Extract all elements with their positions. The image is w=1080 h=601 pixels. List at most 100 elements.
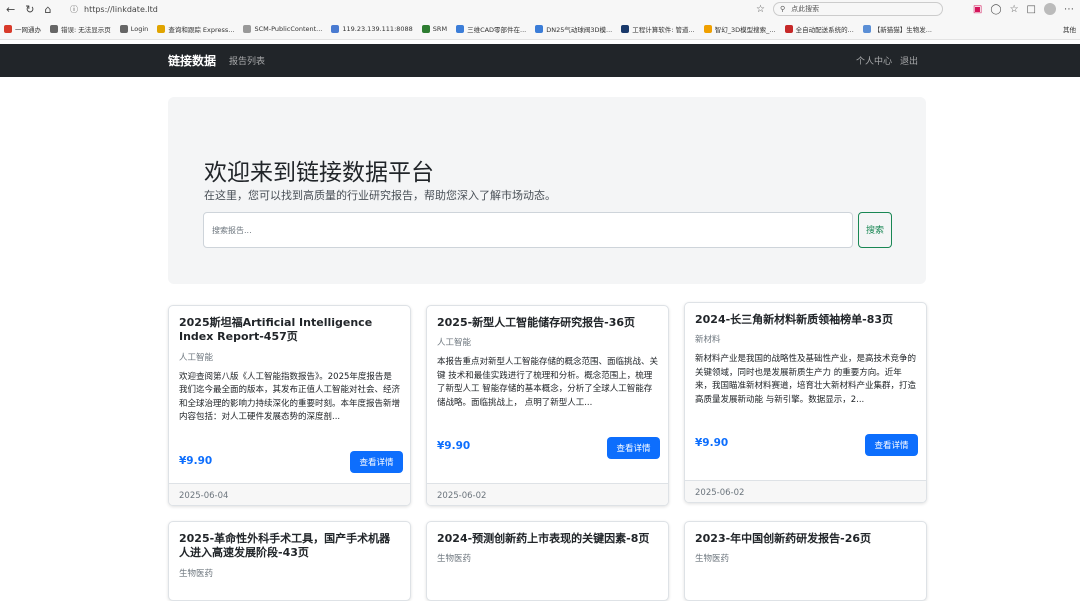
- favorites-icon[interactable]: ☆: [1010, 4, 1019, 15]
- bookmark-item[interactable]: DN25气动球阀3D模...: [535, 24, 612, 34]
- more-icon[interactable]: ⋯: [1064, 4, 1074, 15]
- bookmark-label: DN25气动球阀3D模...: [546, 25, 613, 34]
- app-navbar: 链接数据 报告列表 个人中心 退出: [0, 44, 1080, 77]
- bookmark-item[interactable]: 工程计算软件: 管道...: [621, 24, 695, 34]
- card-footer: 2025-06-02: [685, 480, 926, 502]
- card-category: 生物医药: [437, 554, 472, 565]
- bookmark-favicon-icon: [456, 24, 465, 33]
- nav-logout[interactable]: 退出: [900, 54, 918, 67]
- browser-search-box[interactable]: ⚲ 点此搜索: [772, 2, 943, 16]
- bookmark-label: 119.23.139.111:8088: [342, 24, 413, 33]
- bookmark-item[interactable]: 智幻_3D模型搜索_...: [703, 24, 776, 34]
- browser-nav: ← ↻ ⌂: [6, 3, 66, 16]
- card-category: 生物医药: [695, 554, 730, 565]
- page-title: 欢迎来到链接数据平台: [204, 160, 434, 186]
- view-details-button[interactable]: 查看详情: [865, 434, 918, 456]
- report-card: 2024-预测创新药上市表现的关键因素-8页 生物医药: [426, 521, 669, 601]
- bookmark-item[interactable]: 119.23.139.111:8088: [331, 24, 413, 33]
- card-price: ¥9.90: [179, 455, 213, 467]
- bookmark-item[interactable]: 错误: 无法显示页: [50, 24, 111, 34]
- bookmark-favicon-icon: [421, 24, 430, 33]
- bookmark-favicon-icon: [703, 24, 712, 33]
- bookmark-favicon-icon: [243, 24, 252, 33]
- card-title[interactable]: 2024-长三角新材料新质领袖榜单-83页: [695, 313, 916, 327]
- card-category: 人工智能: [179, 352, 214, 363]
- card-category: 新材料: [695, 335, 721, 346]
- card-date: 2025-06-02: [695, 487, 745, 498]
- other-bookmarks[interactable]: 其他: [1063, 24, 1076, 34]
- refresh-icon[interactable]: ↻: [25, 3, 34, 16]
- nav-right: 个人中心 退出: [856, 54, 918, 67]
- page-subtitle: 在这里，您可以找到高质量的行业研究报告，帮助您深入了解市场动态。: [204, 189, 556, 202]
- bookmarks-bar: 一网通办 错误: 无法显示页 Login 查询和跟踪 Express... SCM-Pu…: [0, 18, 1080, 40]
- brand-logo[interactable]: 链接数据: [168, 52, 216, 69]
- browser-extensions: ▣ ◯ ☆ □ ⋯: [973, 3, 1074, 15]
- bookmark-item[interactable]: SCM-PublicContent...: [243, 24, 323, 33]
- bookmark-favicon-icon: [157, 24, 166, 33]
- search-icon: ⚲: [779, 5, 786, 13]
- card-title[interactable]: 2024-预测创新药上市表现的关键因素-8页: [437, 532, 658, 546]
- bookmark-favicon-icon: [784, 24, 793, 33]
- card-date: 2025-06-02: [437, 490, 487, 501]
- card-title[interactable]: 2025-新型人工智能储存研究报告-36页: [437, 316, 658, 330]
- card-footer: 2025-06-04: [169, 483, 410, 505]
- bookmark-favicon-icon: [621, 24, 630, 33]
- bookmark-favicon-icon: [862, 24, 871, 33]
- back-icon[interactable]: ←: [6, 3, 15, 16]
- card-price: ¥9.90: [437, 440, 471, 452]
- search-button[interactable]: 搜索: [858, 212, 892, 248]
- bookmark-item[interactable]: 【新猫猫】生物发...: [862, 24, 932, 34]
- bookmark-label: 三维CAD零部件在...: [467, 25, 527, 34]
- home-icon[interactable]: ⌂: [44, 3, 51, 16]
- view-details-button[interactable]: 查看详情: [350, 451, 403, 473]
- nav-report-list[interactable]: 报告列表: [229, 54, 265, 67]
- bookmark-item[interactable]: SRM: [421, 24, 448, 33]
- bookmark-favicon-icon: [331, 24, 340, 33]
- bookmark-label: 错误: 无法显示页: [61, 25, 111, 34]
- card-category: 生物医药: [179, 568, 214, 579]
- site-info-icon[interactable]: ⓘ: [70, 4, 78, 15]
- card-footer: 2025-06-02: [427, 483, 668, 505]
- extension-icon[interactable]: ▣: [973, 4, 982, 15]
- card-description: 欢迎查阅第八版《人工智能指数报告》。2025年度报告是我们迄今最全面的版本，其发…: [179, 371, 401, 423]
- browser-toolbar: ← ↻ ⌂ ⓘ https://linkdate.ltd ☆ ⚲ 点此搜索 ▣ …: [0, 0, 1080, 18]
- bookmark-item[interactable]: 查询和跟踪 Express...: [157, 24, 234, 34]
- report-card: 2023-年中国创新药研发报告-26页 生物医药: [684, 521, 927, 601]
- report-card: 2024-长三角新材料新质领袖榜单-83页 新材料 新材料产业是我国的战略性及基…: [684, 302, 927, 503]
- nav-personal-center[interactable]: 个人中心: [856, 54, 892, 67]
- bookmark-label: SRM: [432, 24, 448, 33]
- card-title[interactable]: 2023-年中国创新药研发报告-26页: [695, 532, 916, 546]
- card-title[interactable]: 2025斯坦福Artificial Intelligence Index Rep…: [179, 316, 400, 345]
- bookmark-item[interactable]: 全自动配送系统的...: [784, 24, 854, 34]
- bookmark-favicon-icon: [119, 24, 128, 33]
- url-text[interactable]: https://linkdate.ltd: [84, 5, 158, 14]
- bookmark-item[interactable]: 一网通办: [4, 24, 41, 34]
- card-category: 人工智能: [437, 338, 472, 349]
- bookmark-label: Login: [130, 24, 149, 33]
- report-card: 2025斯坦福Artificial Intelligence Index Rep…: [168, 305, 411, 506]
- bookmark-label: 【新猫猫】生物发...: [873, 25, 932, 34]
- account-icon[interactable]: ◯: [990, 4, 1001, 15]
- card-date: 2025-06-04: [179, 490, 229, 501]
- card-title[interactable]: 2025-革命性外科手术工具，国产手术机器人进入高速发展阶段-43页: [179, 532, 400, 561]
- bookmark-favicon-icon: [50, 24, 58, 33]
- address-bar[interactable]: ⓘ https://linkdate.ltd: [66, 2, 756, 16]
- bookmark-item[interactable]: 三维CAD零部件在...: [456, 24, 526, 34]
- bookmark-label: 查询和跟踪 Express...: [168, 25, 235, 34]
- card-description: 本报告重点对新型人工智能存储的概念范围、面临挑战、关键 技术和最佳实践进行了梳理…: [437, 357, 659, 409]
- bookmark-label: 智幻_3D模型搜索_...: [714, 25, 776, 34]
- search-input[interactable]: [203, 212, 853, 248]
- bookmark-label: SCM-PublicContent...: [254, 24, 323, 33]
- card-description: 新材料产业是我国的战略性及基础性产业，是高技术竞争的关键领域，同时也是发展新质生…: [695, 354, 917, 406]
- bookmark-label: 全自动配送系统的...: [795, 25, 854, 34]
- bookmark-item[interactable]: Login: [119, 24, 149, 33]
- report-card: 2025-新型人工智能储存研究报告-36页 人工智能 本报告重点对新型人工智能存…: [426, 305, 669, 506]
- view-details-button[interactable]: 查看详情: [607, 437, 660, 459]
- browser-search-placeholder: 点此搜索: [791, 5, 820, 13]
- favorite-star-icon[interactable]: ☆: [756, 4, 765, 15]
- avatar[interactable]: [1044, 3, 1056, 15]
- hero-section: 欢迎来到链接数据平台 在这里，您可以找到高质量的行业研究报告，帮助您深入了解市场…: [168, 97, 926, 284]
- collections-icon[interactable]: □: [1027, 4, 1036, 15]
- bookmark-label: 一网通办: [15, 25, 41, 34]
- bookmark-favicon-icon: [535, 24, 544, 33]
